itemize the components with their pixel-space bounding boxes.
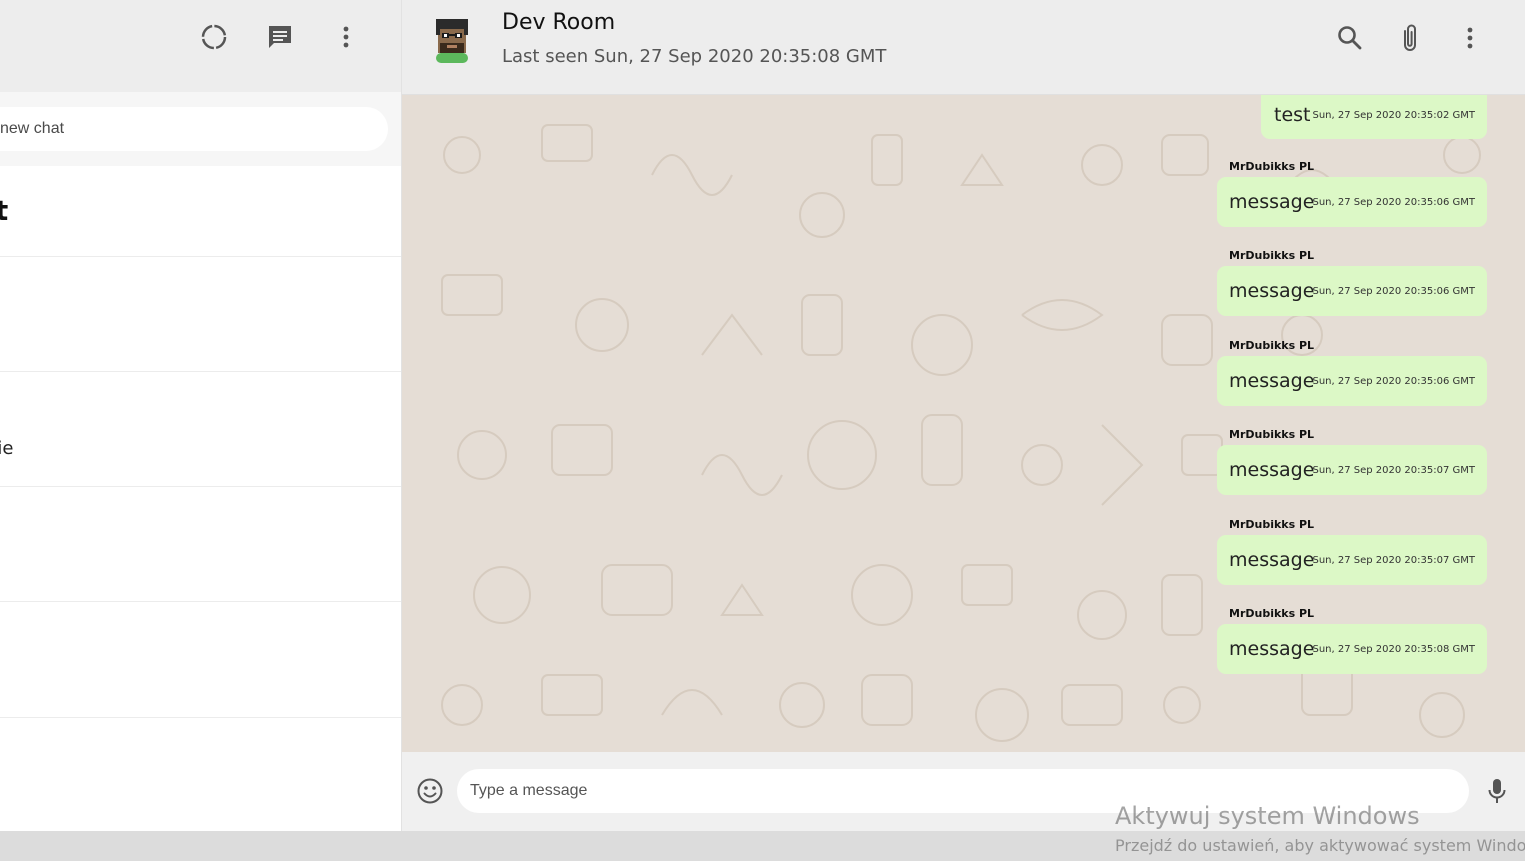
chat-last-message: nie — [0, 438, 14, 459]
chat-list-item[interactable] — [0, 257, 401, 372]
emoji-icon[interactable] — [413, 774, 447, 808]
message-bubble[interactable]: message Sun, 27 Sep 2020 20:35:06 GMT — [1217, 266, 1487, 316]
message-bubble[interactable]: message Sun, 27 Sep 2020 20:35:08 GMT — [1217, 624, 1487, 674]
message-sender: MrDubikks PL — [1229, 428, 1315, 441]
message-text: message — [1229, 459, 1315, 481]
message-text: test — [1274, 104, 1311, 126]
message-list[interactable]: test Sun, 27 Sep 2020 20:35:02 GMT MrDub… — [402, 95, 1525, 752]
message-bubble[interactable]: message Sun, 27 Sep 2020 20:35:06 GMT — [1217, 356, 1487, 406]
add-new-chat[interactable]: at — [0, 166, 401, 257]
paperclip-icon[interactable] — [1393, 21, 1427, 55]
message-bubble[interactable]: message Sun, 27 Sep 2020 20:35:07 GMT — [1217, 535, 1487, 585]
sidebar: at nie n — [0, 0, 402, 831]
message-time: Sun, 27 Sep 2020 20:35:06 GMT — [1312, 376, 1475, 387]
room-name: Dev Room — [502, 10, 616, 35]
message-text: message — [1229, 191, 1315, 213]
message-bubble[interactable]: message Sun, 27 Sep 2020 20:35:07 GMT — [1217, 445, 1487, 495]
chat-list-item[interactable]: nie — [0, 372, 401, 487]
message-time: Sun, 27 Sep 2020 20:35:02 GMT — [1312, 110, 1475, 121]
message-time: Sun, 27 Sep 2020 20:35:08 GMT — [1312, 644, 1475, 655]
message-sender: MrDubikks PL — [1229, 160, 1315, 173]
message-text: message — [1229, 280, 1315, 302]
message-time: Sun, 27 Sep 2020 20:35:07 GMT — [1312, 555, 1475, 566]
more-vertical-icon[interactable] — [329, 20, 363, 54]
chat-list-item[interactable]: n — [0, 603, 401, 718]
message-text: message — [1229, 370, 1315, 392]
message-text: message — [1229, 549, 1315, 571]
message-time: Sun, 27 Sep 2020 20:35:06 GMT — [1312, 286, 1475, 297]
last-seen-status: Last seen Sun, 27 Sep 2020 20:35:08 GMT — [502, 46, 887, 67]
message-bubble[interactable]: test Sun, 27 Sep 2020 20:35:02 GMT — [1261, 95, 1487, 139]
chat-list-item[interactable] — [0, 487, 401, 602]
chat-header: Dev Room Last seen Sun, 27 Sep 2020 20:3… — [402, 0, 1525, 95]
app-window: at nie n — [0, 0, 1525, 831]
message-sender: MrDubikks PL — [1229, 607, 1315, 620]
sidebar-header — [0, 0, 401, 92]
search-box — [0, 107, 388, 151]
chat-icon[interactable] — [263, 20, 297, 54]
chat-panel: Dev Room Last seen Sun, 27 Sep 2020 20:3… — [402, 0, 1525, 831]
message-text: message — [1229, 638, 1315, 660]
add-chat-label: at — [0, 194, 9, 227]
windows-activation-title: Aktywuj system Windows — [1115, 802, 1420, 830]
message-time: Sun, 27 Sep 2020 20:35:06 GMT — [1312, 197, 1475, 208]
search-icon[interactable] — [1333, 21, 1367, 55]
message-sender: MrDubikks PL — [1229, 249, 1315, 262]
windows-activation-subtitle: Przejdź do ustawień, aby aktywować syste… — [1115, 836, 1525, 855]
microphone-icon[interactable] — [1480, 774, 1514, 808]
room-avatar[interactable] — [430, 17, 474, 63]
status-icon[interactable] — [197, 20, 231, 54]
message-bubble[interactable]: message Sun, 27 Sep 2020 20:35:06 GMT — [1217, 177, 1487, 227]
search-input[interactable] — [0, 107, 340, 151]
more-vertical-icon[interactable] — [1453, 21, 1487, 55]
message-sender: MrDubikks PL — [1229, 518, 1315, 531]
message-sender: MrDubikks PL — [1229, 339, 1315, 352]
message-time: Sun, 27 Sep 2020 20:35:07 GMT — [1312, 465, 1475, 476]
sidebar-search-bar — [0, 92, 401, 166]
